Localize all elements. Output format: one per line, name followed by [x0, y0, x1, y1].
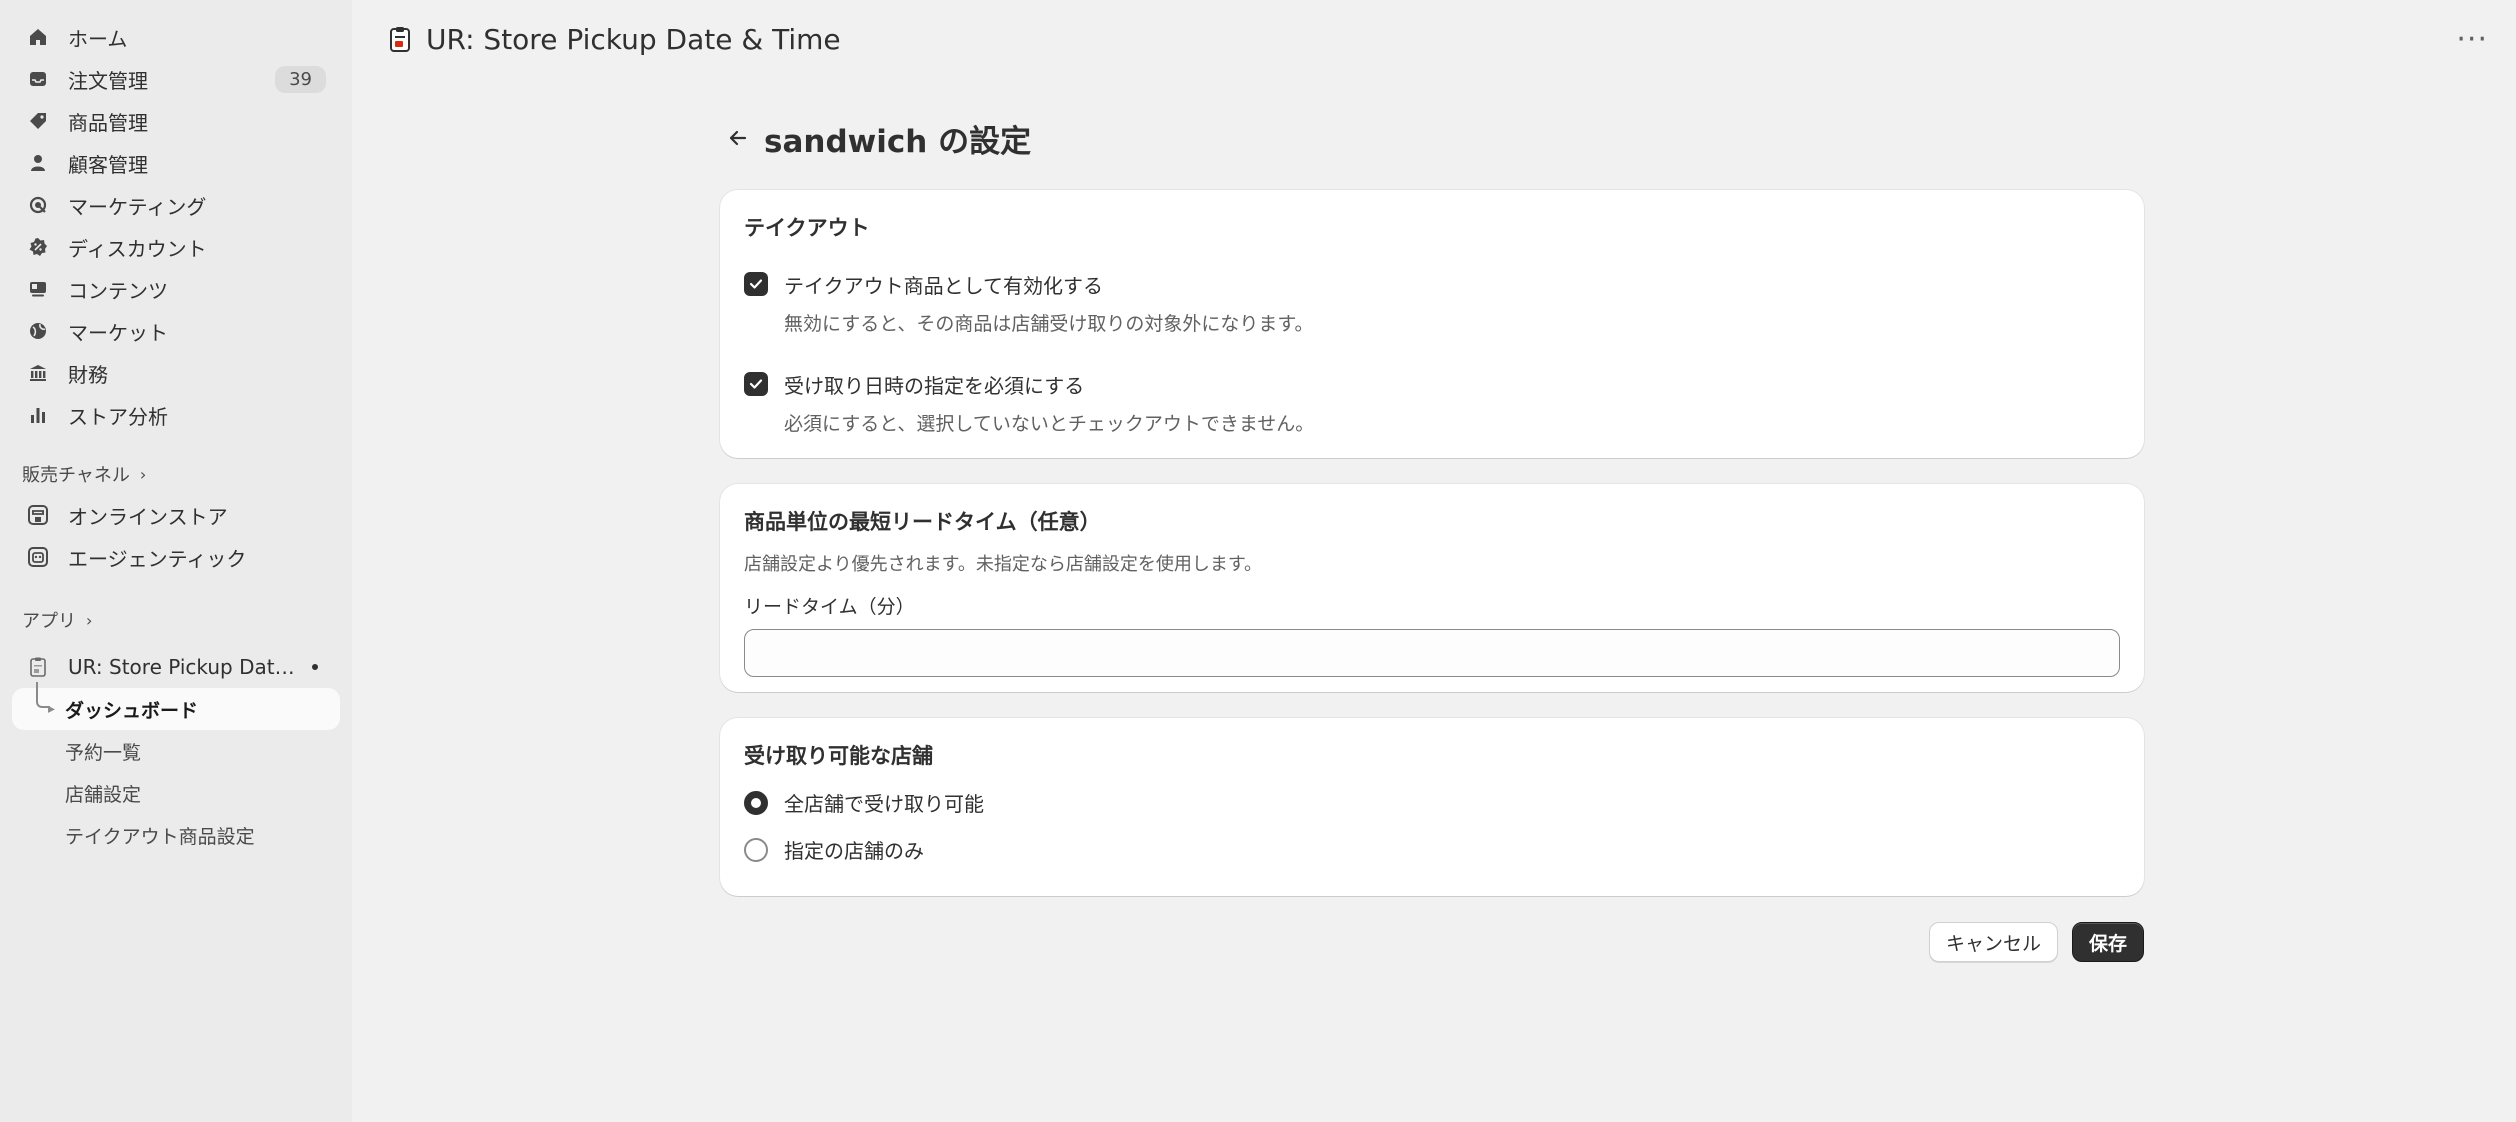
- discount-icon: [26, 235, 50, 259]
- sidebar-subitem-label: 予約一覧: [65, 741, 142, 764]
- require-datetime-row: 受け取り日時の指定を必須にする 必須にすると、選択していないとチェックアウトでき…: [744, 370, 2120, 436]
- apps-label: アプリ: [22, 611, 76, 632]
- sidebar-subitem-label: ダッシュボード: [65, 699, 199, 722]
- sidebar-item-products[interactable]: 商品管理: [12, 100, 340, 142]
- sidebar-item-finance[interactable]: 財務: [12, 352, 340, 394]
- target-icon: [26, 193, 50, 217]
- sidebar-subitem-store-settings[interactable]: 店舗設定: [12, 772, 340, 814]
- sidebar-item-label: 財務: [68, 362, 108, 387]
- sidebar-subitem-dashboard[interactable]: ▸ ダッシュボード: [12, 682, 340, 730]
- sidebar-item-markets[interactable]: マーケット: [12, 310, 340, 352]
- pickup-stores-card-title: 受け取り可能な店舗: [744, 744, 933, 768]
- sidebar-item-marketing[interactable]: マーケティング: [12, 184, 340, 226]
- sidebar-item-home[interactable]: ホーム: [12, 16, 340, 58]
- inbox-icon: [26, 67, 50, 91]
- cancel-button[interactable]: キャンセル: [1928, 922, 2058, 962]
- sidebar-item-discounts[interactable]: ディスカウント: [12, 226, 340, 268]
- person-icon: [26, 151, 50, 175]
- app-topbar: UR: Store Pickup Date & Time ···: [352, 0, 2516, 78]
- sidebar-item-label: ディスカウント: [68, 236, 207, 261]
- leadtime-input[interactable]: [744, 629, 2120, 677]
- content-icon: [26, 277, 50, 301]
- form-actions: キャンセル 保存: [720, 922, 2144, 962]
- store-icon: [26, 503, 50, 527]
- app-title: UR: Store Pickup Date & Time: [426, 22, 841, 56]
- radio-all-stores-button[interactable]: [744, 790, 768, 815]
- sidebar-item-label: 注文管理: [68, 68, 148, 93]
- radio-specific-stores[interactable]: 指定の店舗のみ: [744, 835, 2120, 864]
- enable-takeout-label[interactable]: テイクアウト商品として有効化する: [784, 270, 1314, 299]
- sidebar-item-label: ストア分析: [68, 404, 168, 429]
- sidebar-item-online-store[interactable]: オンラインストア: [12, 494, 340, 536]
- radio-all-stores[interactable]: 全店舗で受け取り可能: [744, 788, 2120, 817]
- sales-channels-heading[interactable]: 販売チャネル ›: [12, 454, 340, 494]
- page-title: sandwich の設定: [764, 123, 1032, 160]
- save-button[interactable]: 保存: [2071, 922, 2144, 962]
- page-content: sandwich の設定 テイクアウト テイクアウト商品として有効化する 無効に…: [720, 110, 2144, 962]
- sidebar-item-label: ホーム: [68, 26, 128, 51]
- sidebar-item-label: 商品管理: [68, 110, 148, 135]
- main-area: UR: Store Pickup Date & Time ··· sandwic…: [352, 0, 2516, 1122]
- home-icon: [26, 25, 50, 49]
- sidebar-item-label: マーケット: [68, 320, 168, 345]
- radio-all-stores-label: 全店舗で受け取り可能: [784, 792, 984, 816]
- require-datetime-help: 必須にすると、選択していないとチェックアウトできません。: [784, 413, 1315, 435]
- takeout-card: テイクアウト テイクアウト商品として有効化する 無効にすると、その商品は店舗受け…: [720, 190, 2144, 458]
- app-clipboard-icon: [386, 25, 414, 53]
- radio-specific-stores-button[interactable]: [744, 837, 768, 862]
- sidebar-subitem-label: テイクアウト商品設定: [65, 825, 255, 848]
- radio-specific-stores-label: 指定の店舗のみ: [784, 839, 924, 863]
- sales-channels-label: 販売チャネル: [22, 465, 130, 486]
- sidebar-item-label: マーケティング: [68, 194, 207, 219]
- sidebar-item-customers[interactable]: 顧客管理: [12, 142, 340, 184]
- apps-heading[interactable]: アプリ ›: [12, 600, 340, 640]
- tree-arrow-icon: ▸: [48, 701, 56, 717]
- sidebar-item-label: エージェンティック: [68, 546, 247, 571]
- sidebar-item-agentic[interactable]: エージェンティック: [12, 536, 340, 578]
- app-status-dot: [312, 664, 318, 670]
- checkmark-icon: [749, 379, 763, 389]
- more-actions-button[interactable]: ···: [2456, 22, 2488, 57]
- leadtime-field-label: リードタイム（分）: [744, 596, 915, 618]
- sidebar-item-store-pickup-app[interactable]: UR: Store Pickup Date...: [12, 646, 340, 688]
- globe-icon: [26, 319, 50, 343]
- sidebar: ホーム 注文管理 39 商品管理 顧客管理 マーケティング ディスカウント コン…: [0, 0, 352, 1122]
- bar-chart-icon: [26, 403, 50, 427]
- enable-takeout-help: 無効にすると、その商品は店舗受け取りの対象外になります。: [784, 313, 1314, 335]
- sidebar-subitem-takeout-product-settings[interactable]: テイクアウト商品設定: [12, 814, 340, 856]
- chevron-right-icon: ›: [139, 464, 147, 484]
- pickup-stores-card: 受け取り可能な店舗 全店舗で受け取り可能 指定の店舗のみ: [720, 718, 2144, 896]
- leadtime-card-title: 商品単位の最短リードタイム（任意）: [744, 510, 1101, 534]
- sidebar-item-label: 顧客管理: [68, 152, 148, 177]
- leadtime-card: 商品単位の最短リードタイム（任意） 店舗設定より優先されます。未指定なら店舗設定…: [720, 484, 2144, 692]
- sidebar-subitem-label: 店舗設定: [65, 783, 142, 806]
- tag-icon: [26, 109, 50, 133]
- bank-icon: [26, 361, 50, 385]
- sidebar-subitem-reservations[interactable]: 予約一覧: [12, 730, 340, 772]
- require-datetime-checkbox[interactable]: [744, 372, 768, 396]
- sidebar-item-orders[interactable]: 注文管理 39: [12, 58, 340, 100]
- sidebar-item-analytics[interactable]: ストア分析: [12, 394, 340, 436]
- robot-icon: [26, 545, 50, 569]
- takeout-card-title: テイクアウト: [744, 216, 870, 240]
- sidebar-item-label: オンラインストア: [68, 504, 228, 529]
- sidebar-item-content[interactable]: コンテンツ: [12, 268, 340, 310]
- app-window: ホーム 注文管理 39 商品管理 顧客管理 マーケティング ディスカウント コン…: [0, 0, 2516, 1122]
- require-datetime-label[interactable]: 受け取り日時の指定を必須にする: [784, 370, 1314, 399]
- app-name-label: UR: Store Pickup Date...: [68, 655, 302, 679]
- page-header: sandwich の設定: [720, 110, 2144, 166]
- back-arrow-icon[interactable]: [720, 120, 756, 156]
- enable-takeout-checkbox[interactable]: [744, 272, 768, 296]
- sidebar-item-label: コンテンツ: [68, 278, 168, 303]
- enable-takeout-row: テイクアウト商品として有効化する 無効にすると、その商品は店舗受け取りの対象外に…: [744, 270, 2120, 336]
- app-clipboard-icon: [26, 655, 50, 679]
- leadtime-help: 店舗設定より優先されます。未指定なら店舗設定を使用します。: [744, 554, 1263, 575]
- checkmark-icon: [749, 279, 763, 289]
- chevron-right-icon: ›: [86, 610, 93, 630]
- orders-count-badge: 39: [275, 65, 326, 93]
